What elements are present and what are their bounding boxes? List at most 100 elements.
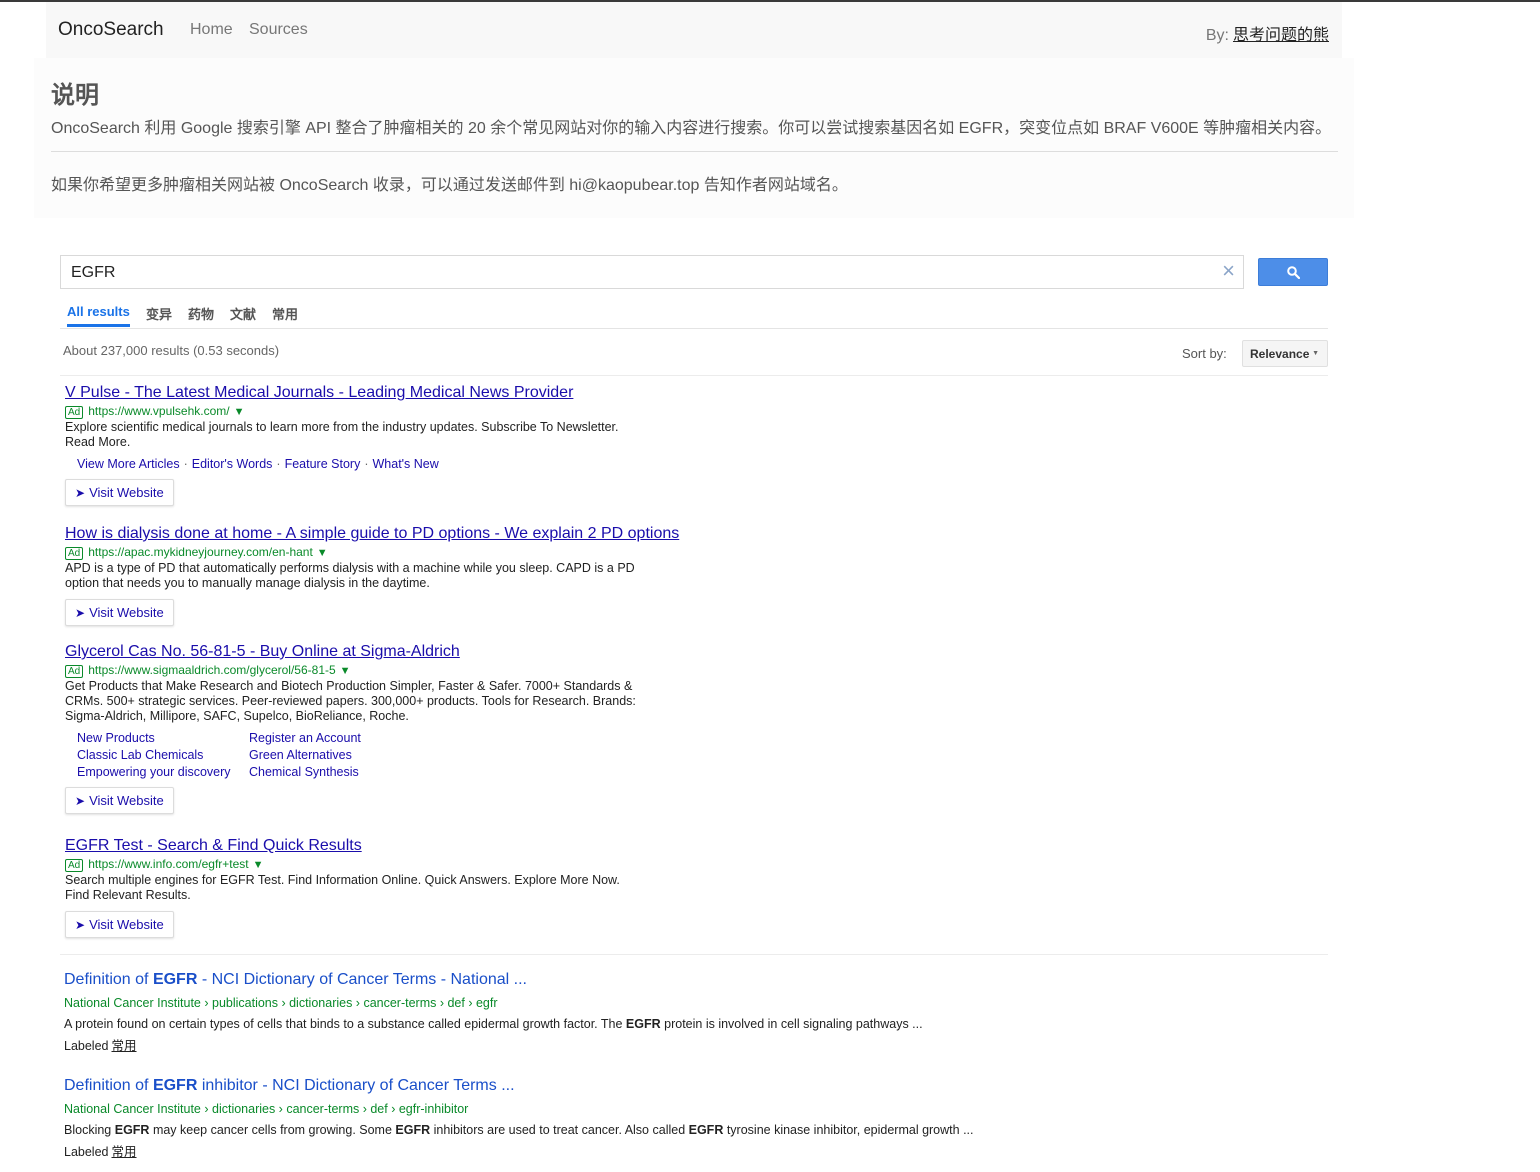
search-result: Definition of EGFR inhibitor - NCI Dicti… — [64, 1077, 1064, 1160]
visit-website-label: Visit Website — [89, 917, 164, 932]
ad-title-link[interactable]: How is dialysis done at home - A simple … — [65, 525, 685, 543]
sitelink[interactable]: New Products — [77, 731, 249, 745]
result-snippet: A protein found on certain types of cell… — [64, 1017, 1064, 1031]
title-text: - NCI Dictionary of Cancer Terms - Natio… — [197, 971, 527, 988]
visit-website-button[interactable]: ➤ Visit Website — [65, 911, 174, 938]
caret-down-icon[interactable]: ▼ — [340, 665, 351, 677]
navbar: OncoSearch Home Sources By: 思考问题的熊 — [46, 2, 1342, 59]
intro-divider — [51, 151, 1338, 152]
separator: · — [183, 457, 188, 471]
result-url: National Cancer Institute › publications… — [64, 996, 498, 1010]
ad-badge: Ad — [65, 859, 84, 872]
tab-literature[interactable]: 文献 — [230, 304, 256, 323]
search-button[interactable] — [1258, 258, 1328, 286]
result-label: Labeled 常用 — [64, 1141, 1064, 1160]
snippet-text: inhibitors are used to treat cancer. Als… — [430, 1123, 689, 1137]
arrow-right-icon: ➤ — [75, 918, 86, 932]
ad-description: APD is a type of PD that automatically p… — [65, 561, 685, 591]
label-link[interactable]: 常用 — [112, 1039, 137, 1053]
ad-sitelinks: View More Articles · Editor's Words · Featur… — [77, 457, 685, 471]
nav-sources-link[interactable]: Sources — [249, 21, 308, 39]
sort-label: Sort by: — [1182, 346, 1227, 361]
ad-badge: Ad — [65, 665, 84, 678]
search-result: Definition of EGFR - NCI Dictionary of C… — [64, 971, 1064, 1054]
ad-url-line: Ad https://www.info.com/egfr+test ▼ — [65, 857, 685, 872]
ad-result: V Pulse - The Latest Medical Journals - … — [65, 384, 685, 506]
ad-url-line: Ad https://www.vpulsehk.com/ ▼ — [65, 404, 685, 419]
intro-panel: 说明 OncoSearch 利用 Google 搜索引擎 API 整合了肿瘤相关… — [34, 58, 1354, 218]
sitelink[interactable]: Editor's Words — [192, 457, 273, 471]
caret-down-icon: ▼ — [1312, 350, 1319, 357]
ad-badge: Ad — [65, 547, 84, 560]
visit-website-label: Visit Website — [89, 605, 164, 620]
visit-website-button[interactable]: ➤ Visit Website — [65, 787, 174, 814]
result-snippet: Blocking EGFR may keep cancer cells from… — [64, 1123, 1064, 1137]
snippet-text: may keep cancer cells from growing. Some — [149, 1123, 396, 1137]
result-tabs: All results 变异 药物 文献 常用 — [60, 302, 1328, 329]
ad-description-line: Explore scientific medical journals to l… — [65, 420, 619, 434]
ad-description-line: Search multiple engines for EGFR Test. F… — [65, 873, 620, 887]
separator: · — [364, 457, 369, 471]
label-prefix: Labeled — [64, 1145, 109, 1159]
intro-paragraph: OncoSearch 利用 Google 搜索引擎 API 整合了肿瘤相关的 2… — [51, 120, 1332, 137]
ad-description: Search multiple engines for EGFR Test. F… — [65, 873, 685, 903]
sitelink[interactable]: View More Articles — [77, 457, 180, 471]
search-input[interactable] — [69, 261, 1213, 285]
ad-description: Get Products that Make Research and Biot… — [65, 679, 685, 724]
sitelink[interactable]: Classic Lab Chemicals — [77, 748, 249, 762]
result-label: Labeled 常用 — [64, 1035, 1064, 1054]
title-text: Definition of — [64, 1077, 153, 1094]
sort-dropdown[interactable]: Relevance ▼ — [1242, 340, 1328, 367]
nav-home-link[interactable]: Home — [190, 21, 233, 39]
ad-description-line: CRMs. 500+ strategic services. Peer-revi… — [65, 694, 636, 708]
result-title-link[interactable]: Definition of EGFR inhibitor - NCI Dicti… — [64, 1077, 1064, 1095]
ad-description: Explore scientific medical journals to l… — [65, 420, 685, 450]
result-url: National Cancer Institute › dictionaries… — [64, 1102, 469, 1116]
snippet-text: protein is involved in cell signaling pa… — [660, 1017, 923, 1031]
label-link[interactable]: 常用 — [112, 1145, 137, 1159]
author-link[interactable]: 思考问题的熊 — [1233, 27, 1329, 44]
tab-variants[interactable]: 变异 — [146, 304, 172, 323]
search-icon — [1287, 266, 1300, 279]
sitelink[interactable]: What's New — [373, 457, 439, 471]
visit-website-button[interactable]: ➤ Visit Website — [65, 599, 174, 626]
visit-website-label: Visit Website — [89, 485, 164, 500]
caret-down-icon[interactable]: ▼ — [317, 547, 328, 559]
ad-result: EGFR Test - Search & Find Quick Results … — [65, 837, 685, 938]
ads-divider — [60, 954, 1328, 955]
intro-title: 说明 — [51, 82, 99, 109]
ad-url-line: Ad https://apac.mykidneyjourney.com/en-ha… — [65, 545, 685, 560]
visit-website-label: Visit Website — [89, 793, 164, 808]
sitelink[interactable]: Green Alternatives — [249, 748, 449, 762]
sitelink[interactable]: Chemical Synthesis — [249, 765, 449, 779]
caret-down-icon[interactable]: ▼ — [253, 859, 264, 871]
sitelink[interactable]: Empowering your discovery — [77, 765, 249, 779]
ad-description-line: Get Products that Make Research and Biot… — [65, 679, 633, 693]
tab-all-results[interactable]: All results — [67, 304, 130, 327]
tab-common[interactable]: 常用 — [272, 304, 298, 323]
ad-title-link[interactable]: Glycerol Cas No. 56-81-5 - Buy Online at… — [65, 643, 685, 661]
snippet-highlight: EGFR — [688, 1123, 724, 1137]
ad-badge: Ad — [65, 406, 84, 419]
ad-title-link[interactable]: V Pulse - The Latest Medical Journals - … — [65, 384, 685, 402]
brand-logo[interactable]: OncoSearch — [58, 19, 164, 41]
search-box: × — [60, 255, 1244, 289]
arrow-right-icon: ➤ — [75, 794, 86, 808]
ad-description-line: Sigma-Aldrich, Millipore, SAFC, Supelco,… — [65, 709, 409, 723]
title-text: inhibitor - NCI Dictionary of Cancer Ter… — [197, 1077, 515, 1094]
sort-value: Relevance — [1250, 347, 1310, 361]
caret-down-icon[interactable]: ▼ — [234, 406, 245, 418]
title-highlight: EGFR — [152, 1077, 198, 1094]
result-title-link[interactable]: Definition of EGFR - NCI Dictionary of C… — [64, 971, 1064, 989]
tab-drugs[interactable]: 药物 — [188, 304, 214, 323]
title-highlight: EGFR — [152, 971, 198, 988]
close-icon[interactable]: × — [1222, 260, 1235, 282]
snippet-text: tyrosine kinase inhibitor, epidermal gro… — [723, 1123, 974, 1137]
ad-title-link[interactable]: EGFR Test - Search & Find Quick Results — [65, 837, 685, 855]
author-credit: By: 思考问题的熊 — [1206, 21, 1329, 45]
title-text: Definition of — [64, 971, 153, 988]
ad-url: https://www.vpulsehk.com/ — [88, 404, 230, 418]
sitelink[interactable]: Feature Story — [285, 457, 361, 471]
sitelink[interactable]: Register an Account — [249, 731, 449, 745]
visit-website-button[interactable]: ➤ Visit Website — [65, 479, 174, 506]
